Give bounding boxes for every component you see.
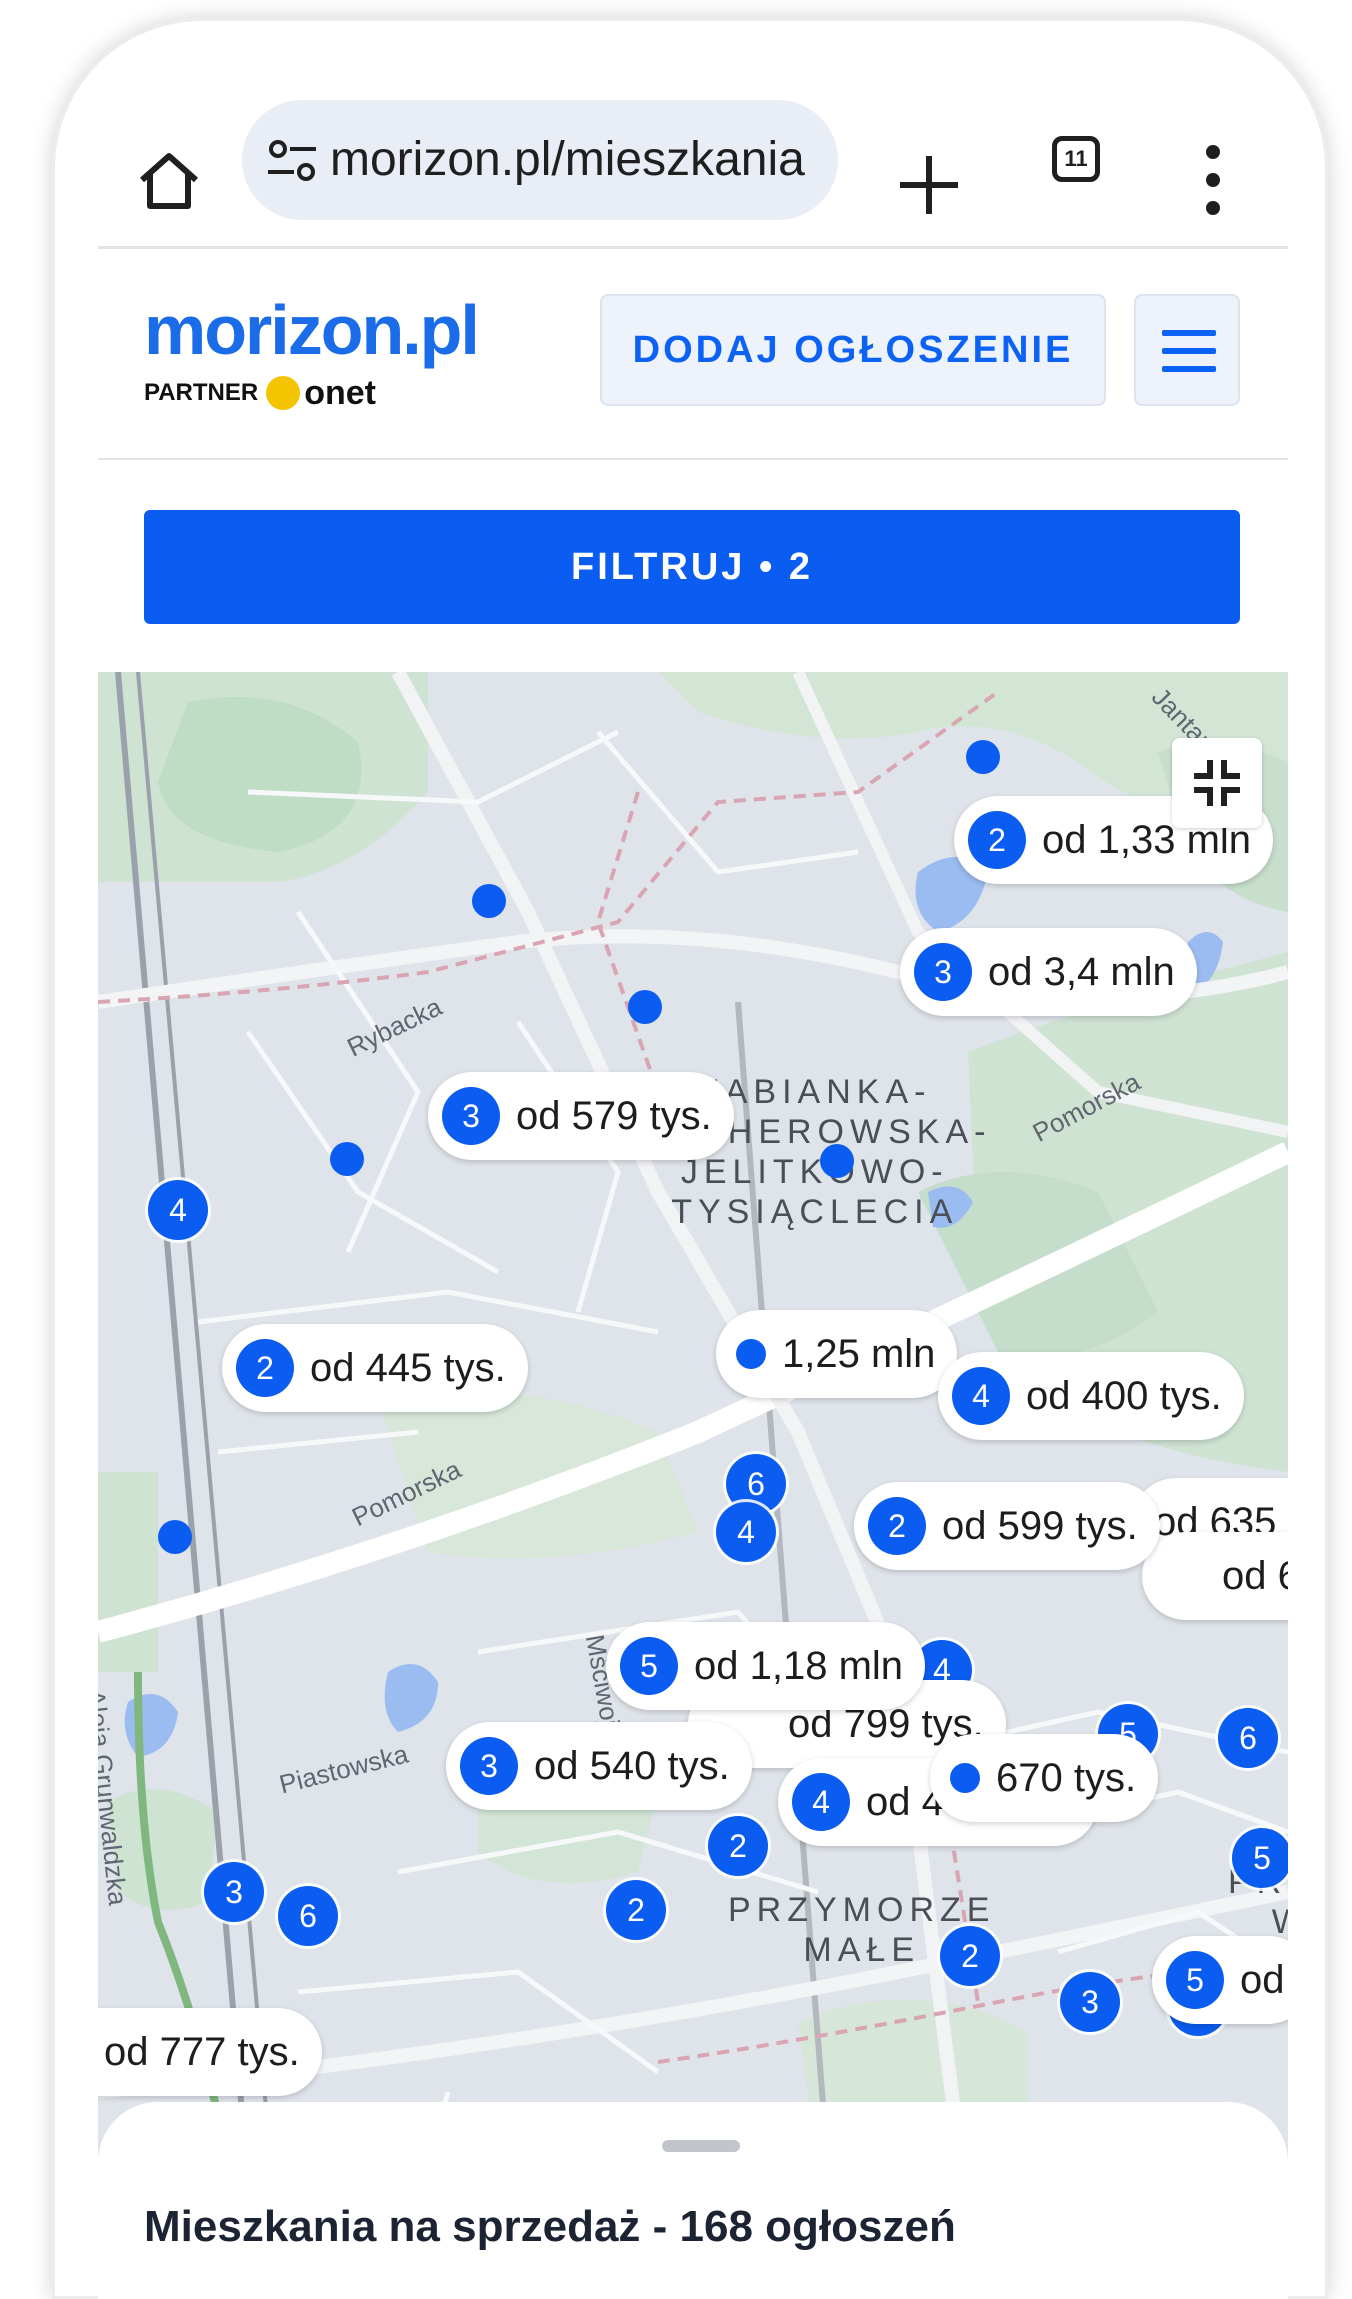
pill-count: 2 <box>968 811 1026 869</box>
map-cluster-marker[interactable]: 4 <box>148 1180 208 1240</box>
map-cluster-marker[interactable]: 2 <box>940 1926 1000 1986</box>
pill-price: od 3,4 mln <box>988 949 1175 994</box>
hamburger-menu-icon[interactable] <box>1134 294 1240 406</box>
add-listing-button[interactable]: DODAJ OGŁOSZENIE <box>600 294 1106 406</box>
pill-count: 4 <box>952 1367 1010 1425</box>
map-marker-dot[interactable] <box>472 884 506 918</box>
map-price-pill[interactable]: 3 od 540 tys. <box>446 1722 752 1810</box>
pill-count: 2 <box>236 1339 294 1397</box>
partner-name: onet <box>304 374 377 412</box>
map-marker-dot[interactable] <box>820 1144 854 1178</box>
toolbar-divider <box>98 246 1288 249</box>
map-price-pill[interactable]: 4 od 400 tys. <box>938 1352 1244 1440</box>
header-divider <box>98 458 1288 460</box>
partner-badge: PARTNER onet <box>144 376 376 410</box>
pill-count: 4 <box>792 1773 850 1831</box>
site-logo[interactable]: morizon.pl <box>144 290 480 370</box>
collapse-map-icon[interactable] <box>1172 738 1262 828</box>
results-bottom-sheet[interactable]: Mieszkania na sprzedaż - 168 ogłoszeń <box>98 2102 1288 2299</box>
address-bar[interactable]: morizon.pl/mieszkania <box>242 100 838 220</box>
map-marker-dot[interactable] <box>966 740 1000 774</box>
map-price-pill[interactable]: 3 od 3,4 mln <box>900 928 1197 1016</box>
map-price-pill[interactable]: 1,25 mln <box>716 1310 958 1398</box>
map-price-pill[interactable]: od 777 tys. <box>98 2008 322 2096</box>
map-price-pill[interactable]: 3 od 579 tys. <box>428 1072 734 1160</box>
phone-frame: morizon.pl/mieszkania 11 morizon.pl PART… <box>52 18 1328 2299</box>
new-tab-icon[interactable] <box>894 150 964 220</box>
more-vert-icon[interactable] <box>1198 140 1228 220</box>
tab-switcher-icon[interactable]: 11 <box>1052 136 1100 182</box>
pill-dot-icon <box>736 1339 766 1369</box>
map-cluster-marker[interactable]: 3 <box>1060 1972 1120 2032</box>
pill-price: od 579 tys. <box>516 1093 712 1138</box>
filter-button[interactable]: FILTRUJ • 2 <box>144 510 1240 624</box>
pill-count: 3 <box>914 943 972 1001</box>
pill-price: od 1,18 mln <box>694 1643 904 1688</box>
pill-price: od 777 tys. <box>104 2029 300 2074</box>
results-title: Mieszkania na sprzedaż - 168 ogłoszeń <box>144 2202 956 2251</box>
map-price-pill[interactable]: 670 tys. <box>930 1734 1159 1822</box>
map-cluster-marker[interactable]: 6 <box>278 1886 338 1946</box>
map[interactable]: Rybacka Pomorska Pomorska Aleja Grunwald… <box>98 672 1288 2299</box>
pill-price: od 445 tys. <box>310 1345 506 1390</box>
onet-dot-icon <box>266 376 301 410</box>
home-icon[interactable] <box>134 146 204 216</box>
url-text: morizon.pl/mieszkania <box>330 133 805 186</box>
map-marker-dot[interactable] <box>330 1142 364 1176</box>
pill-price: od 400 tys. <box>1026 1373 1222 1418</box>
pill-count: 3 <box>460 1737 518 1795</box>
pill-price: od 54 <box>1240 1957 1288 2002</box>
partner-label: PARTNER <box>144 379 259 406</box>
pill-count: 5 <box>620 1637 678 1695</box>
pill-price: 670 tys. <box>996 1755 1137 1800</box>
map-cluster-marker[interactable]: 2 <box>606 1880 666 1940</box>
map-marker-dot[interactable] <box>158 1520 192 1554</box>
map-cluster-marker[interactable]: 2 <box>708 1816 768 1876</box>
map-cluster-marker[interactable]: 6 <box>1218 1708 1278 1768</box>
map-price-pill[interactable]: od 639 <box>1142 1532 1288 1620</box>
pill-count: 5 <box>1166 1951 1224 2009</box>
map-price-pill[interactable]: 5 od 1,18 mln <box>606 1622 926 1710</box>
pill-count: 3 <box>442 1087 500 1145</box>
site-settings-icon[interactable] <box>266 138 318 184</box>
pill-price: od 639 <box>1222 1553 1288 1598</box>
map-cluster-marker[interactable]: 3 <box>204 1862 264 1922</box>
map-price-pill[interactable]: 2 od 445 tys. <box>222 1324 528 1412</box>
map-cluster-marker[interactable]: 5 <box>1232 1828 1288 1888</box>
map-cluster-marker[interactable]: 4 <box>716 1502 776 1562</box>
pill-price: od 599 tys. <box>942 1503 1138 1548</box>
sheet-drag-handle[interactable] <box>662 2140 740 2152</box>
pill-dot-icon <box>950 1763 980 1793</box>
pill-price: 1,25 mln <box>782 1331 936 1376</box>
pill-count: 2 <box>868 1497 926 1555</box>
map-marker-dot[interactable] <box>628 990 662 1024</box>
map-price-pill[interactable]: 5 od 54 <box>1152 1936 1288 2024</box>
pill-price: od 540 tys. <box>534 1743 730 1788</box>
map-price-pill[interactable]: 2 od 599 tys. <box>854 1482 1160 1570</box>
